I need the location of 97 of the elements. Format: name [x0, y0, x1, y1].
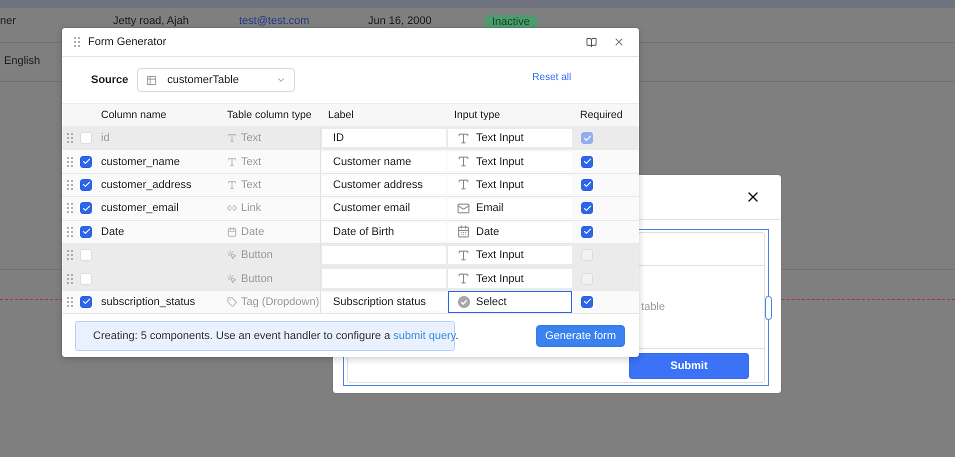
column-type: Link — [241, 202, 262, 214]
input-type-select[interactable]: Text Input — [448, 129, 572, 148]
drag-handle-icon[interactable] — [74, 37, 80, 47]
input-type-select[interactable]: Date — [448, 222, 572, 241]
check-circle-icon — [458, 296, 470, 308]
reset-all-link[interactable]: Reset all — [532, 72, 572, 82]
column-header: Table column type — [226, 109, 313, 121]
column-name: customer_email — [101, 202, 179, 214]
table-cell-text: ner — [0, 15, 17, 27]
tag-icon — [227, 296, 237, 307]
submit-button[interactable]: Submit — [629, 352, 749, 378]
generate-form-button[interactable]: Generate form — [536, 324, 625, 347]
check-icon — [582, 134, 592, 143]
text-type-icon — [457, 178, 470, 192]
required-checkbox[interactable] — [581, 156, 593, 168]
check-icon — [582, 157, 592, 166]
table-cell-text: Jun 16, 2000 — [368, 15, 433, 27]
source-label: Source — [91, 74, 128, 86]
info-message: Creating: 5 components. Use an event handler to configure a submit query. — [93, 330, 458, 342]
required-checkbox[interactable] — [581, 178, 593, 191]
mail-icon — [457, 202, 470, 215]
calendar-icon — [227, 226, 237, 237]
text-type-icon — [457, 132, 470, 145]
checkbox[interactable] — [80, 156, 92, 168]
column-type: Button — [241, 272, 273, 285]
drag-handle-icon[interactable] — [67, 296, 73, 307]
text-type-icon — [227, 133, 237, 144]
label-field[interactable]: Subscription status — [322, 292, 446, 312]
column-type: Tag (Dropdown) — [241, 296, 320, 308]
input-type-select[interactable]: Select — [448, 290, 572, 314]
drag-handle-icon[interactable] — [67, 203, 73, 214]
calendar-icon — [457, 225, 470, 238]
pointer-click-icon — [227, 274, 237, 284]
check-icon — [82, 180, 90, 190]
input-type-select[interactable]: Text Input — [448, 176, 572, 194]
column-type: Text — [241, 132, 262, 144]
checkbox[interactable] — [80, 202, 92, 214]
column-header: Column name — [101, 109, 168, 121]
source-select[interactable]: customerTable — [137, 68, 296, 92]
resize-handle[interactable] — [765, 296, 772, 320]
required-checkbox[interactable] — [581, 226, 593, 238]
form-hint: table — [641, 301, 665, 313]
label-field[interactable]: ID — [322, 129, 446, 148]
check-icon — [82, 157, 90, 166]
dialog-title: Form Generator — [88, 36, 168, 48]
label-field[interactable]: Customer address — [322, 176, 446, 194]
checkbox[interactable] — [80, 296, 92, 308]
column-type: Text — [241, 178, 262, 191]
label-field[interactable] — [322, 246, 446, 264]
column-name: customer_address — [101, 178, 192, 191]
column-header: Input type — [453, 109, 502, 121]
checkbox[interactable] — [80, 178, 92, 191]
drag-handle-icon[interactable] — [67, 133, 73, 144]
column-name: Date — [101, 226, 124, 238]
column-type: Text — [241, 156, 262, 168]
label-field[interactable]: Date of Birth — [322, 222, 446, 241]
text-type-icon — [457, 248, 470, 262]
status-badge: Inactive — [484, 15, 538, 29]
column-type: Date — [241, 226, 264, 238]
column-header: Label — [327, 109, 355, 121]
label-field[interactable]: Customer name — [322, 152, 446, 171]
drag-handle-icon[interactable] — [67, 156, 73, 167]
input-type-select[interactable]: Text Input — [448, 152, 572, 171]
drag-handle-icon[interactable] — [67, 180, 73, 190]
check-icon — [82, 204, 90, 213]
drag-handle-icon[interactable] — [67, 274, 73, 284]
check-icon — [582, 180, 592, 190]
label-field[interactable] — [322, 269, 446, 288]
checkbox[interactable] — [80, 226, 92, 238]
input-type-select[interactable]: Text Input — [448, 246, 572, 264]
input-type-select[interactable]: Email — [448, 199, 572, 218]
column-name: customer_name — [101, 156, 180, 168]
check-icon — [582, 227, 592, 236]
text-type-icon — [227, 180, 237, 190]
column-type: Button — [241, 249, 273, 262]
drag-handle-icon[interactable] — [67, 250, 73, 260]
required-checkbox[interactable] — [581, 296, 593, 308]
table-cell-text: Jetty road, Ajah — [113, 15, 190, 27]
check-icon — [582, 297, 592, 306]
required-checkbox[interactable] — [581, 202, 593, 214]
column-name: subscription_status — [101, 296, 196, 308]
text-type-icon — [457, 272, 470, 286]
column-header: Required — [579, 109, 624, 121]
table-cell-text: English — [4, 55, 42, 67]
check-icon — [82, 227, 90, 236]
book-icon[interactable] — [586, 36, 597, 48]
input-type-select[interactable]: Text Input — [448, 269, 572, 288]
pointer-click-icon — [227, 250, 237, 260]
text-type-icon — [227, 156, 237, 167]
link-icon — [227, 203, 237, 214]
drag-handle-icon[interactable] — [67, 226, 73, 237]
column-name: id — [101, 132, 110, 144]
label-field[interactable]: Customer email — [322, 199, 446, 218]
table-icon — [146, 74, 158, 86]
check-icon — [582, 204, 592, 213]
check-icon — [82, 297, 90, 306]
text-type-icon — [457, 155, 470, 168]
